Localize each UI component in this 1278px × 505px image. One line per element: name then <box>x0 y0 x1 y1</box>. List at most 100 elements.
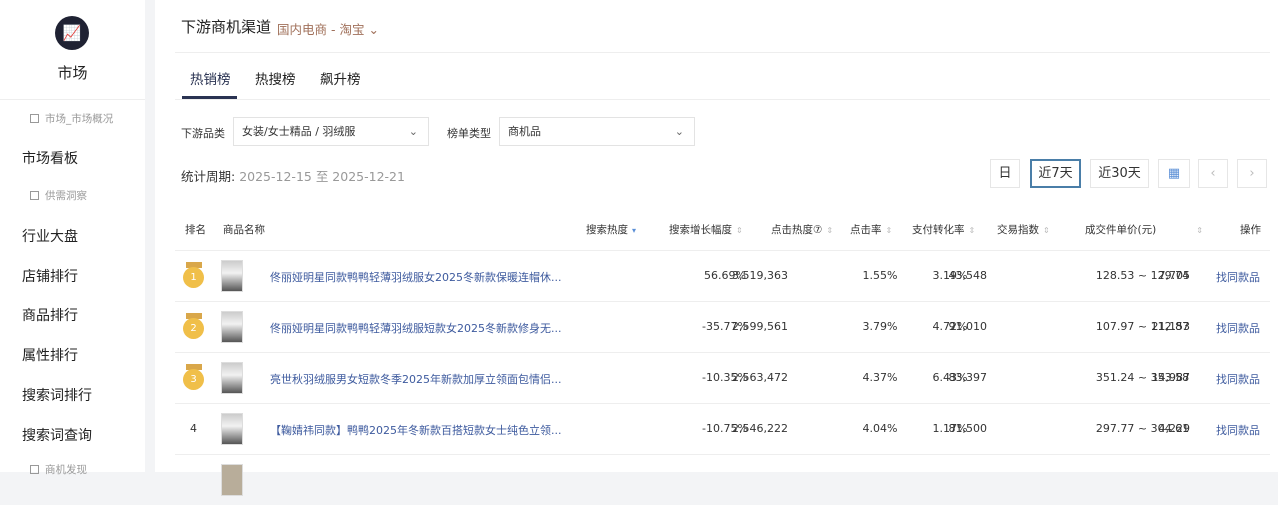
col-name: 商品名称 <box>223 224 265 236</box>
sort-icon[interactable]: ▾ <box>632 226 636 235</box>
rank: 1 <box>183 267 204 288</box>
sidebar-group: 商机发现 <box>30 462 87 477</box>
tab-hot-sales[interactable]: 热销榜 <box>190 68 231 88</box>
col-search-growth[interactable]: 搜索增长幅度 ⇕ <box>669 222 743 237</box>
cell-growth: -10.75% <box>702 422 748 435</box>
sidebar-item[interactable]: 搜索词查询 <box>22 425 92 445</box>
chevron-down-icon: ⌄ <box>408 125 418 138</box>
calendar-icon[interactable]: ▦ <box>1158 159 1190 188</box>
range-day-button[interactable]: 日 <box>990 159 1020 188</box>
header-label: 搜索增长幅度 <box>669 224 732 236</box>
page-title: 下游商机渠道 <box>181 18 272 36</box>
range-7d-button[interactable]: 近7天 <box>1030 159 1081 188</box>
rank: 2 <box>183 318 204 339</box>
sidebar-item[interactable]: 行业大盘 <box>22 226 78 246</box>
cell-price: 297.77 ~ 304.61 <box>1095 422 1190 435</box>
cell-growth: -10.35% <box>702 371 748 384</box>
divider <box>0 99 145 100</box>
divider <box>175 99 1270 100</box>
main-panel: 下游商机渠道 国内电商 - 淘宝 ⌄ 热销榜 热搜榜 飙升榜 下游品类 女装/女… <box>155 0 1278 496</box>
header-label: 点击热度⑦ <box>771 224 823 236</box>
stat-period: 统计周期: 2025-12-15 至 2025-12-21 <box>181 166 405 185</box>
product-name-link[interactable]: 【鞠婧祎同款】鸭鸭2025年冬新款百搭短款女士纯色立领... <box>270 422 561 438</box>
header-label: 成交件单价(元) <box>1085 224 1157 236</box>
sidebar-item[interactable]: 搜索词排行 <box>22 385 92 405</box>
sort-icon[interactable]: ⇕ <box>1196 226 1203 235</box>
chevron-down-icon: ⌄ <box>674 125 684 138</box>
category-select[interactable]: 女装/女士精品 / 羽绒服 ⌄ <box>233 117 429 146</box>
rank: 3 <box>183 369 204 390</box>
col-action: 操作 <box>1240 224 1261 236</box>
cell-ctr: 4.37% <box>862 371 898 384</box>
channel-dropdown[interactable]: 国内电商 - 淘宝 ⌄ <box>277 19 379 38</box>
find-similar-link[interactable]: 找同款品 <box>1216 422 1260 438</box>
chevron-down-icon: ⌄ <box>368 22 379 37</box>
cell-price: 351.24 ~ 353.58 <box>1095 371 1190 384</box>
list-type-select[interactable]: 商机品 ⌄ <box>499 117 695 146</box>
sidebar-title: 市场 <box>57 64 88 82</box>
sort-icon[interactable]: ⇕ <box>826 226 833 235</box>
range-30d-button[interactable]: 近30天 <box>1090 159 1149 188</box>
cell-price: 128.53 ~ 129.74 <box>1095 269 1190 282</box>
sort-icon[interactable]: ⇕ <box>886 226 893 235</box>
cell-ctr: 3.79% <box>862 320 898 333</box>
product-thumbnail[interactable] <box>221 464 243 496</box>
sidebar-item[interactable]: 属性排行 <box>22 345 78 365</box>
cell-cvr: 4.72% <box>932 320 968 333</box>
product-thumbnail[interactable] <box>221 413 243 445</box>
period-label: 统计周期: <box>181 169 236 184</box>
sidebar-group: 市场_市场概况 <box>30 111 113 126</box>
header-label: 点击率 <box>850 224 882 236</box>
sidebar: 📈 市场 市场_市场概况 市场看板 供需洞察 行业大盘 店铺排行 商品排行 属性… <box>0 0 145 476</box>
product-thumbnail[interactable] <box>221 311 243 343</box>
category-value: 女装/女士精品 / 羽绒服 <box>242 125 356 138</box>
channel-label: 国内电商 - 淘宝 <box>277 22 365 37</box>
group-label: 市场_市场概况 <box>45 113 114 125</box>
folder-icon <box>30 465 39 474</box>
table-row: 1 佟丽娅明星同款鸭鸭轻薄羽绒服女2025冬新款保暖连帽休... 3,519,363… <box>175 250 1270 301</box>
cell-growth: -35.77% <box>702 320 748 333</box>
prev-icon[interactable]: ‹ <box>1198 159 1228 188</box>
cell-cvr: 1.17% <box>932 422 968 435</box>
rank-medal-icon: 2 <box>183 313 205 339</box>
cell-cvr: 3.19% <box>932 269 968 282</box>
divider <box>175 52 1270 53</box>
sidebar-item[interactable]: 市场看板 <box>22 148 78 168</box>
col-click-heat[interactable]: 点击热度⑦ ⇕ <box>771 222 833 237</box>
col-ctr[interactable]: 点击率 ⇕ <box>850 222 892 237</box>
cell-growth: 56.69% <box>704 269 746 282</box>
table-row: 4 【鞠婧祎同款】鸭鸭2025年冬新款百搭短款女士纯色立领... 2,546,222… <box>175 403 1270 454</box>
table-row <box>175 454 1270 505</box>
col-search-heat[interactable]: 搜索热度 ▾ <box>586 222 636 237</box>
cell-ctr: 4.04% <box>862 422 898 435</box>
find-similar-link[interactable]: 找同款品 <box>1216 371 1260 387</box>
product-thumbnail[interactable] <box>221 260 243 292</box>
tab-hot-search[interactable]: 热搜榜 <box>255 68 296 88</box>
group-label: 商机发现 <box>45 464 87 476</box>
tab-rising[interactable]: 飙升榜 <box>320 68 361 88</box>
col-trade-index[interactable]: 交易指数 ⇕ <box>997 222 1050 237</box>
product-name-link[interactable]: 佟丽娅明星同款鸭鸭轻薄羽绒服女2025冬新款保暖连帽休... <box>270 269 561 285</box>
product-name-link[interactable]: 佟丽娅明星同款鸭鸭轻薄羽绒服短款女2025冬新款修身无... <box>270 320 561 336</box>
header-label: 支付转化率 <box>912 224 965 236</box>
sort-icon[interactable]: ⇕ <box>969 226 976 235</box>
sidebar-item[interactable]: 店铺排行 <box>22 266 78 286</box>
sidebar-item[interactable]: 商品排行 <box>22 305 78 325</box>
sort-icon[interactable]: ⇕ <box>1043 226 1050 235</box>
find-similar-link[interactable]: 找同款品 <box>1216 269 1260 285</box>
list-type-label: 榜单类型 <box>447 127 491 140</box>
folder-icon <box>30 191 39 200</box>
col-cvr[interactable]: 支付转化率 ⇕ <box>912 222 975 237</box>
product-thumbnail[interactable] <box>221 362 243 394</box>
period-value: 2025-12-15 至 2025-12-21 <box>239 169 405 184</box>
next-icon[interactable]: › <box>1237 159 1267 188</box>
rank-medal-icon: 3 <box>183 364 205 390</box>
list-type-value: 商机品 <box>508 125 541 138</box>
product-name-link[interactable]: 亮世秋羽绒服男女短款冬季2025年新款加厚立领面包情侣... <box>270 371 561 387</box>
sort-icon[interactable]: ⇕ <box>736 226 743 235</box>
rank: 4 <box>190 422 197 435</box>
col-rank: 排名 <box>185 224 206 236</box>
find-similar-link[interactable]: 找同款品 <box>1216 320 1260 336</box>
sidebar-group: 供需洞察 <box>30 188 87 203</box>
col-unit-price[interactable]: 成交件单价(元) ⇕ <box>1085 222 1203 237</box>
